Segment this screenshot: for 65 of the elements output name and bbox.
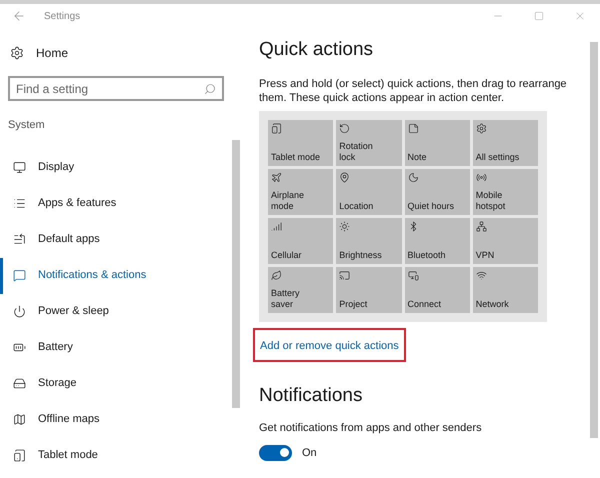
map-icon (13, 413, 26, 426)
drive-icon (13, 377, 26, 390)
toggle-label: On (302, 446, 317, 460)
add-remove-link[interactable]: Add or remove quick actions (260, 340, 399, 352)
search-icon[interactable] (204, 82, 216, 94)
tablet-icon (13, 449, 26, 462)
nav-item[interactable]: Default apps (0, 222, 232, 258)
nav-item[interactable]: Tablet mode (0, 438, 232, 474)
window-title: Settings (44, 10, 80, 24)
quick-action-tile[interactable]: Location (336, 168, 402, 214)
toggle-switch[interactable] (259, 444, 292, 461)
tablet-icon (271, 122, 282, 134)
section-title: Notifications (259, 384, 364, 408)
quick-action-tile[interactable]: Rotation lock (336, 120, 402, 166)
power-icon (13, 305, 26, 318)
battery-icon (13, 341, 26, 354)
section-title: Quick actions (259, 38, 374, 62)
search-field[interactable]: Find a setting (8, 76, 224, 101)
sun-icon (339, 220, 350, 232)
display-icon (13, 161, 26, 174)
airplane-icon (271, 172, 282, 182)
quick-action-tile[interactable]: Cellular (268, 218, 334, 264)
gear-icon (476, 122, 487, 134)
close-icon[interactable] (574, 10, 586, 22)
scrollbar[interactable] (232, 140, 240, 408)
nav-item[interactable]: Storage (0, 366, 232, 402)
quick-action-tile[interactable]: Bluetooth (404, 218, 470, 264)
home-link[interactable]: Home (36, 44, 68, 62)
nav-item[interactable]: Apps & features (0, 186, 232, 222)
nav-item[interactable]: Offline maps (0, 402, 232, 438)
pin-icon (339, 172, 350, 182)
nav-item[interactable]: Battery (0, 330, 232, 366)
quick-action-tile[interactable]: Quiet hours (404, 168, 470, 214)
setting-label: Get notifications from apps and other senders (259, 421, 483, 436)
screens-icon (339, 270, 350, 280)
quick-action-tile[interactable]: Mobile hotspot (472, 168, 538, 214)
quick-action-tile[interactable]: Battery saver (268, 266, 334, 312)
quick-action-tile[interactable]: VPN (472, 218, 538, 264)
moon-icon (408, 172, 418, 182)
nav-item[interactable]: Power & sleep (0, 294, 232, 330)
network-icon (476, 220, 487, 232)
signal-icon (271, 220, 282, 232)
rotate-icon (339, 122, 350, 134)
quick-action-tile[interactable]: Connect (404, 266, 470, 312)
antenna-icon (476, 172, 487, 182)
maximize-icon[interactable] (534, 11, 544, 21)
quick-action-tile[interactable]: Note (404, 120, 470, 166)
quick-action-tile[interactable]: Airplane mode (268, 168, 334, 214)
back-icon[interactable] (12, 9, 26, 23)
quick-action-tile[interactable]: All settings (472, 120, 538, 166)
nav-item[interactable]: Display (0, 150, 232, 186)
quick-action-tile[interactable]: Project (336, 266, 402, 312)
devices-icon (408, 270, 418, 280)
note-icon (408, 122, 418, 134)
settings-icon (10, 46, 24, 60)
quick-action-tile[interactable]: Tablet mode (268, 120, 334, 166)
description: Press and hold (or select) quick actions, then drag to rearrange them. These quick actions appear in action center. (259, 76, 568, 104)
list-icon (13, 233, 26, 246)
quick-action-tile[interactable]: Brightness (336, 218, 402, 264)
scrollbar[interactable] (590, 42, 598, 438)
speech-bubble-icon (13, 269, 26, 282)
quick-action-tile[interactable]: Network (472, 266, 538, 312)
wifi-icon (476, 270, 487, 280)
leaf-icon (271, 270, 282, 280)
section-heading: System (8, 118, 46, 133)
